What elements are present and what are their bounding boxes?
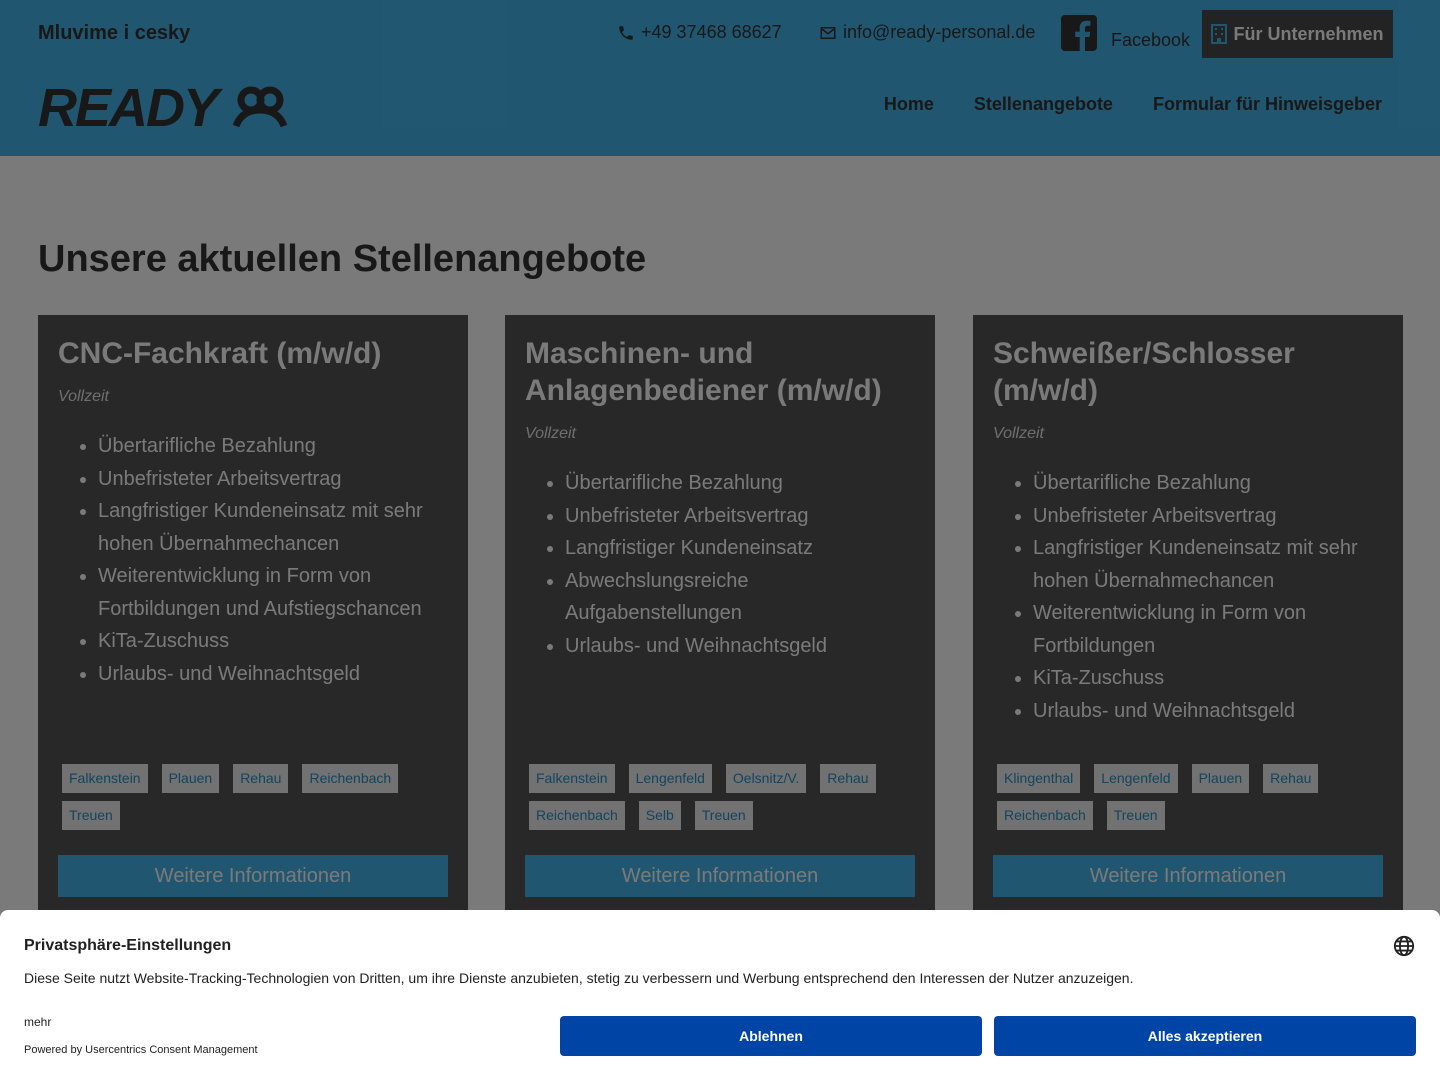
location-tag[interactable]: Treuen — [694, 801, 753, 830]
for-companies-button[interactable]: Für Unternehmen — [1202, 10, 1393, 58]
benefit-item: KiTa-Zuschuss — [98, 625, 448, 658]
language-button[interactable] — [1393, 935, 1415, 960]
facebook-label: Facebook — [1111, 29, 1191, 50]
nav-hinweisgeber[interactable]: Formular für Hinweisgeber — [1153, 94, 1382, 115]
location-tag[interactable]: Reichenbach — [529, 801, 625, 830]
svg-text:READY: READY — [38, 84, 224, 128]
benefit-item: Unbefristeter Arbeitsvertrag — [98, 463, 448, 496]
consent-powered-by: Powered by Usercentrics Consent Manageme… — [24, 1044, 258, 1056]
mail-icon — [820, 26, 836, 39]
language-note: Mluvime i cesky — [38, 22, 191, 44]
phone-link[interactable]: +49 37468 68627 — [617, 22, 782, 43]
benefit-item: Weiterentwicklung in Form von Fortbildun… — [1033, 597, 1383, 662]
location-tag[interactable]: Plauen — [1191, 764, 1250, 793]
site-header: Mluvime i cesky +49 37468 68627 info@rea… — [0, 0, 1440, 156]
job-title: Maschinen- und Anlagenbediener (m/w/d) — [525, 337, 882, 407]
location-tag[interactable]: Rehau — [1263, 764, 1319, 793]
location-tag[interactable]: Selb — [638, 801, 681, 830]
benefit-item: Übertarifliche Bezahlung — [1033, 467, 1383, 500]
location-tag[interactable]: Reichenbach — [997, 801, 1093, 830]
benefit-item: Urlaubs- und Weihnachtsgeld — [565, 630, 915, 663]
location-tags: Klingenthal Lengenfeld Plauen Rehau Reic… — [997, 764, 1387, 830]
job-title: Schweißer/Schlosser (m/w/d) — [993, 337, 1295, 407]
email-address: info@ready-personal.de — [843, 22, 1036, 42]
location-tag[interactable]: Oelsnitz/V. — [725, 764, 807, 793]
more-info-button[interactable]: Weitere Informationen — [58, 855, 448, 897]
job-type: Vollzeit — [58, 388, 109, 405]
logo-image: READY — [38, 78, 288, 138]
consent-more-link[interactable]: mehr — [24, 1015, 51, 1029]
location-tag[interactable]: Falkenstein — [529, 764, 615, 793]
globe-icon — [1393, 935, 1415, 957]
job-type: Vollzeit — [993, 425, 1044, 442]
deny-button[interactable]: Ablehnen — [560, 1016, 982, 1056]
benefit-item: Unbefristeter Arbeitsvertrag — [1033, 500, 1383, 533]
nav-home[interactable]: Home — [884, 94, 934, 115]
location-tags: Falkenstein Lengenfeld Oelsnitz/V. Rehau… — [529, 764, 919, 830]
page-title: Unsere aktuellen Stellenangebote — [38, 238, 647, 280]
facebook-link[interactable]: Facebook — [1061, 15, 1190, 51]
nav-stellenangebote[interactable]: Stellenangebote — [974, 94, 1113, 115]
benefit-list: Übertarifliche Bezahlung Unbefristeter A… — [993, 467, 1383, 727]
job-title: CNC-Fachkraft (m/w/d) — [58, 337, 382, 370]
phone-icon — [619, 25, 633, 40]
job-card: CNC-Fachkraft (m/w/d) Vollzeit Übertarif… — [38, 315, 468, 935]
accept-all-button[interactable]: Alles akzeptieren — [994, 1016, 1416, 1056]
benefit-item: Unbefristeter Arbeitsvertrag — [565, 500, 915, 533]
benefit-item: Langfristiger Kundeneinsatz mit sehr hoh… — [98, 495, 448, 560]
more-info-button[interactable]: Weitere Informationen — [525, 855, 915, 897]
benefit-item: Übertarifliche Bezahlung — [565, 467, 915, 500]
job-card: Schweißer/Schlosser (m/w/d) Vollzeit Übe… — [973, 315, 1403, 935]
consent-title: Privatsphäre-Einstellungen — [24, 937, 232, 954]
ready-logo[interactable]: READY — [38, 78, 288, 138]
benefit-item: Übertarifliche Bezahlung — [98, 430, 448, 463]
location-tag[interactable]: Rehau — [820, 764, 876, 793]
location-tag[interactable]: Treuen — [62, 801, 120, 830]
benefit-item: Weiterentwicklung in Form von Fortbildun… — [98, 560, 448, 625]
consent-banner: Privatsphäre-Einstellungen Diese Seite n… — [0, 910, 1440, 1080]
job-card: Maschinen- und Anlagenbediener (m/w/d) V… — [505, 315, 935, 935]
location-tag[interactable]: Rehau — [233, 764, 289, 793]
location-tag[interactable]: Lengenfeld — [1094, 764, 1178, 793]
benefit-item: Urlaubs- und Weihnachtsgeld — [98, 658, 448, 691]
location-tag[interactable]: Falkenstein — [62, 764, 148, 793]
benefit-item: KiTa-Zuschuss — [1033, 662, 1383, 695]
benefit-item: Langfristiger Kundeneinsatz mit sehr hoh… — [1033, 532, 1383, 597]
location-tag[interactable]: Plauen — [161, 764, 220, 793]
location-tag[interactable]: Reichenbach — [302, 764, 399, 793]
for-companies-label: Für Unternehmen — [1233, 23, 1384, 44]
main-nav: Home Stellenangebote Formular für Hinwei… — [844, 94, 1382, 115]
building-icon — [1211, 24, 1228, 44]
location-tags: Falkenstein Plauen Rehau Reichenbach Tre… — [62, 764, 452, 830]
email-link[interactable]: info@ready-personal.de — [819, 22, 1035, 43]
job-type: Vollzeit — [525, 425, 576, 442]
location-tag[interactable]: Klingenthal — [997, 764, 1081, 793]
benefit-item: Langfristiger Kundeneinsatz — [565, 532, 915, 565]
benefit-list: Übertarifliche Bezahlung Unbefristeter A… — [58, 430, 448, 690]
location-tag[interactable]: Treuen — [1106, 801, 1165, 830]
facebook-icon — [1061, 15, 1097, 51]
more-info-button[interactable]: Weitere Informationen — [993, 855, 1383, 897]
benefit-item: Abwechslungsreiche Aufgabenstellungen — [565, 565, 915, 630]
benefit-list: Übertarifliche Bezahlung Unbefristeter A… — [525, 467, 915, 662]
phone-number: +49 37468 68627 — [641, 22, 782, 42]
consent-text: Diese Seite nutzt Website-Tracking-Techn… — [24, 970, 1134, 986]
benefit-item: Urlaubs- und Weihnachtsgeld — [1033, 695, 1383, 728]
location-tag[interactable]: Lengenfeld — [628, 764, 712, 793]
